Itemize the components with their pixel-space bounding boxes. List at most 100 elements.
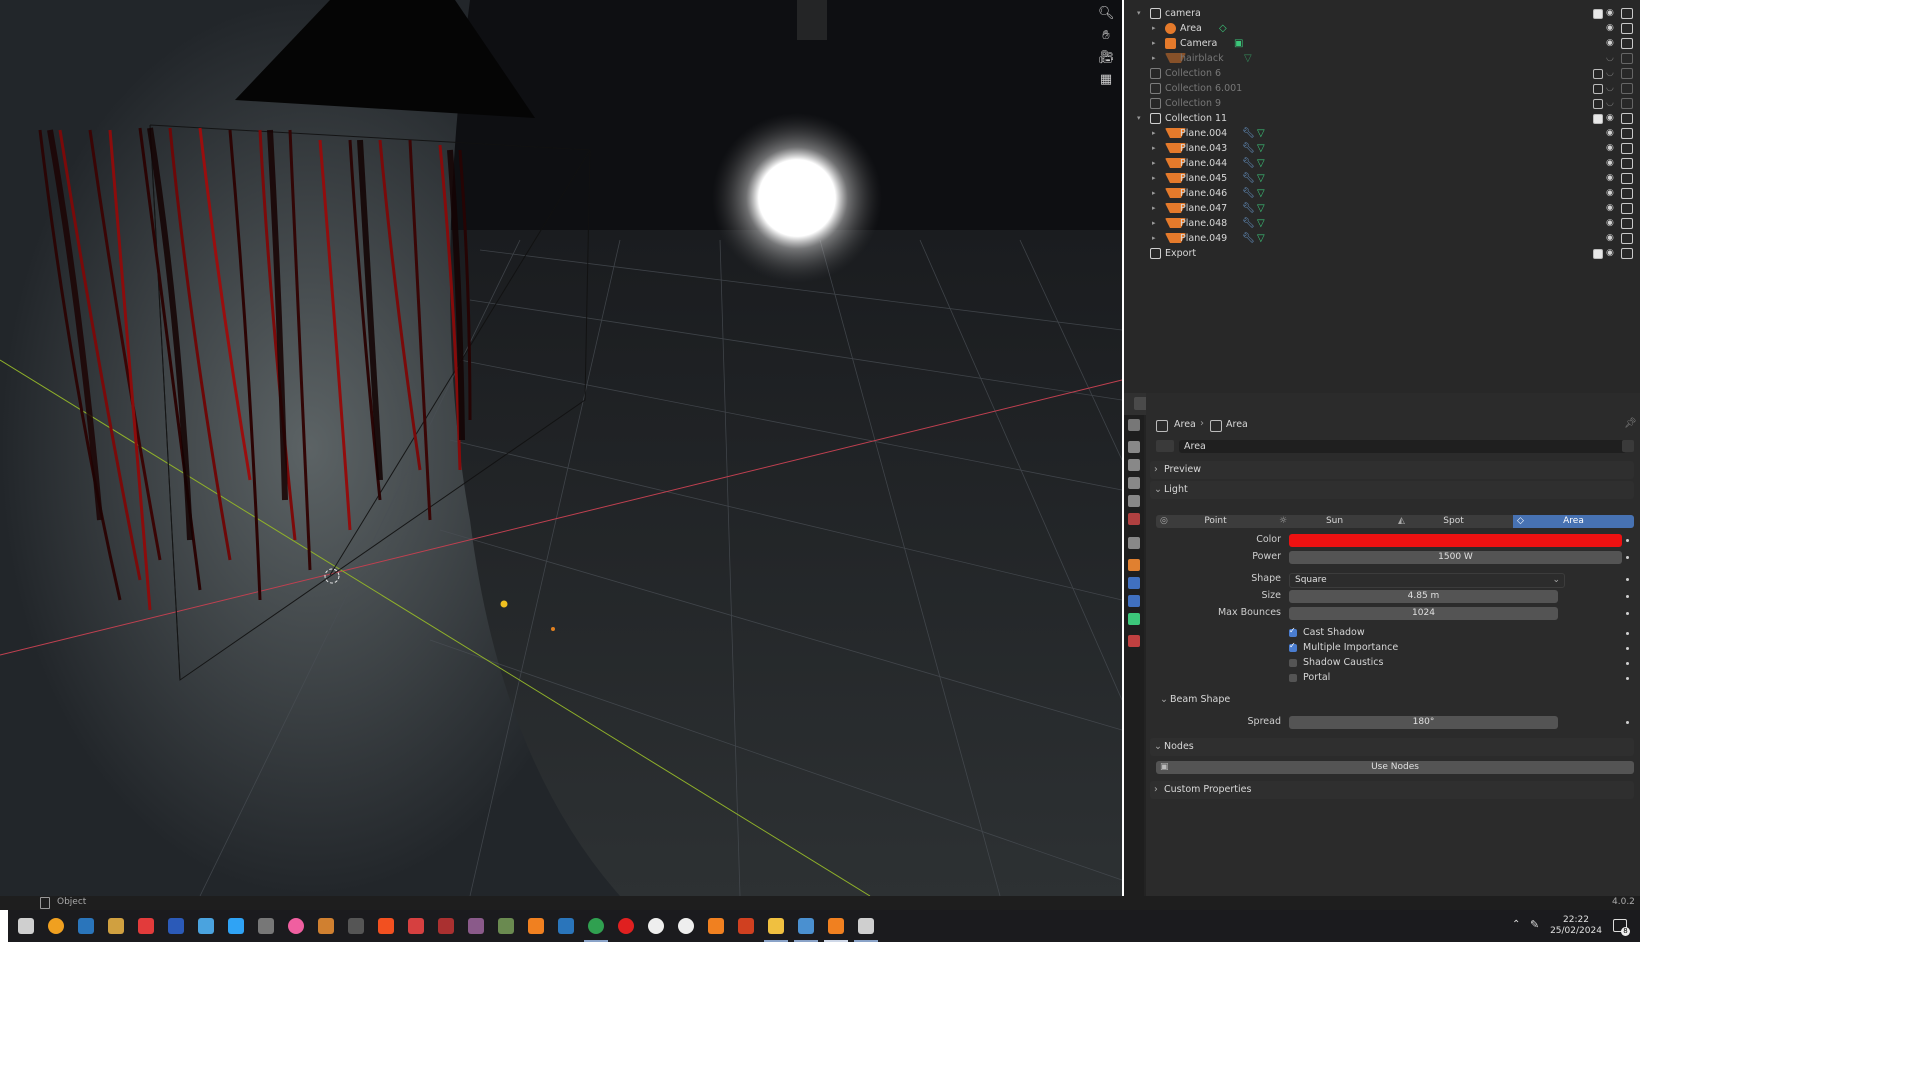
object-tab-icon[interactable] [1128, 559, 1140, 571]
visibility-eye-icon[interactable]: ◉ [1606, 186, 1618, 201]
properties-editor[interactable]: ⌕ ⌄ Area › Area 📌︎ Area › Preview [1124, 393, 1640, 896]
render-camera-icon[interactable] [1621, 233, 1633, 244]
checkbox[interactable] [1289, 674, 1297, 682]
visibility-eye-icon[interactable]: ◉ [1606, 126, 1618, 141]
exclude-checkbox[interactable] [1593, 69, 1603, 79]
blender-icon[interactable] [828, 918, 844, 934]
light-type-area[interactable]: ◇ Area [1513, 515, 1634, 528]
visibility-eye-icon[interactable]: ◉ [1606, 171, 1618, 186]
outliner-row[interactable]: ▸ Plane.004 🔧︎ ▽ ◉ [1124, 126, 1640, 141]
clock[interactable]: 22:22 25/02/2024 [1546, 915, 1606, 937]
unreal-engine-icon[interactable] [648, 918, 664, 934]
outliner-row[interactable]: Export ◉ [1124, 246, 1640, 261]
mesh-data-icon[interactable]: ▽ [1257, 156, 1265, 171]
preview-panel-header[interactable]: › Preview [1150, 461, 1634, 479]
blender-icon[interactable] [708, 918, 724, 934]
mesh-data-icon[interactable]: ▽ [1257, 231, 1265, 246]
camera-view-icon[interactable]: 🎥︎ [1098, 50, 1115, 66]
expand-toggle-icon[interactable]: ▸ [1152, 126, 1160, 141]
max-bounces-field[interactable]: 1024 [1289, 607, 1558, 620]
modifier-wrench-icon[interactable]: 🔧︎ [1242, 126, 1255, 141]
datablock-browse-icon[interactable] [1156, 440, 1174, 452]
render-camera-icon[interactable] [1621, 98, 1633, 109]
render-tab-icon[interactable] [1128, 441, 1140, 453]
visibility-eye-icon[interactable]: ◡ [1606, 96, 1618, 111]
checkbox[interactable] [1289, 659, 1297, 667]
exclude-checkbox[interactable] [1593, 114, 1603, 124]
pan-hand-icon[interactable]: ✋︎ [1098, 28, 1114, 44]
keyframe-dot[interactable] [1626, 578, 1629, 581]
use-nodes-button[interactable]: ▣ Use Nodes [1156, 761, 1634, 774]
outliner-row[interactable]: ▸ Plane.049 🔧︎ ▽ ◉ [1124, 231, 1640, 246]
brave-icon[interactable] [378, 918, 394, 934]
outliner-panel[interactable]: ▾ camera ◉ ▸ Area ◇ ◉ ▸ Camera ▣ ◉ ▸ hairblack ▽ ◡ Coll… [1124, 0, 1640, 393]
keyframe-dot[interactable] [1626, 647, 1629, 650]
light-data-icon[interactable]: ◇ [1219, 21, 1227, 36]
outliner-row[interactable]: ▾ camera ◉ [1124, 6, 1640, 21]
texture-tab-icon[interactable] [1128, 635, 1140, 647]
visibility-eye-icon[interactable]: ◡ [1606, 51, 1618, 66]
visibility-eye-icon[interactable]: ◉ [1606, 216, 1618, 231]
outliner-row[interactable]: ▸ Plane.048 🔧︎ ▽ ◉ [1124, 216, 1640, 231]
outliner-row[interactable]: ▸ Plane.046 🔧︎ ▽ ◉ [1124, 186, 1640, 201]
davinci-icon[interactable] [288, 918, 304, 934]
daz-studio-icon[interactable] [498, 918, 514, 934]
app-icon[interactable] [408, 918, 424, 934]
modifier-wrench-icon[interactable]: 🔧︎ [1242, 231, 1255, 246]
keyframe-dot[interactable] [1626, 677, 1629, 680]
app-icon[interactable] [858, 918, 874, 934]
mesh-data-icon[interactable]: ▽ [1257, 141, 1265, 156]
app-icon[interactable] [108, 918, 124, 934]
light-type-spot[interactable]: ◭ Spot [1394, 515, 1513, 528]
render-camera-icon[interactable] [1621, 248, 1633, 259]
render-camera-icon[interactable] [1621, 8, 1633, 19]
outliner-row[interactable]: ▸ Plane.044 🔧︎ ▽ ◉ [1124, 156, 1640, 171]
render-camera-icon[interactable] [1621, 38, 1633, 49]
app-icon[interactable] [318, 918, 334, 934]
fake-user-shield-icon[interactable] [1622, 440, 1634, 452]
word-icon[interactable] [168, 918, 184, 934]
render-camera-icon[interactable] [1621, 83, 1633, 94]
checkbox[interactable] [1289, 626, 1297, 637]
flipboard-icon[interactable] [138, 918, 154, 934]
checkbox[interactable] [1289, 641, 1297, 652]
mesh-data-icon[interactable]: ▽ [1244, 51, 1252, 66]
exclude-checkbox[interactable] [1593, 99, 1603, 109]
expand-toggle-icon[interactable]: ▸ [1152, 186, 1160, 201]
outliner-row[interactable]: ▸ Camera ▣ ◉ [1124, 36, 1640, 51]
constraints-tab-icon[interactable] [1128, 595, 1140, 607]
render-camera-icon[interactable] [1621, 68, 1633, 79]
expand-toggle-icon[interactable]: ▸ [1152, 36, 1160, 51]
spread-field[interactable]: 180° [1289, 716, 1558, 729]
outliner-row[interactable]: Collection 6.001 ◡ [1124, 81, 1640, 96]
render-camera-icon[interactable] [1621, 173, 1633, 184]
ortho-grid-icon[interactable]: ▦ [1098, 72, 1114, 88]
custom-properties-panel-header[interactable]: › Custom Properties [1150, 781, 1634, 799]
browser-icon[interactable] [48, 918, 64, 934]
modifier-wrench-icon[interactable]: 🔧︎ [1242, 186, 1255, 201]
view-layer-tab-icon[interactable] [1128, 477, 1140, 489]
render-camera-icon[interactable] [1621, 143, 1633, 154]
app-icon[interactable] [798, 918, 814, 934]
outliner-row[interactable]: Collection 6 ◡ [1124, 66, 1640, 81]
pen-icon[interactable]: ✎ [1530, 918, 1539, 931]
collection-tab-icon[interactable] [1128, 537, 1140, 549]
physics-tab-icon[interactable] [1128, 577, 1140, 589]
expand-toggle-icon[interactable]: ▾ [1137, 6, 1145, 21]
visibility-eye-icon[interactable]: ◉ [1606, 6, 1618, 21]
visibility-eye-icon[interactable]: ◡ [1606, 66, 1618, 81]
expand-toggle-icon[interactable]: ▸ [1152, 201, 1160, 216]
visibility-eye-icon[interactable]: ◉ [1606, 111, 1618, 126]
app-icon[interactable] [468, 918, 484, 934]
beam-shape-subpanel-header[interactable]: ⌄ Beam Shape [1160, 693, 1634, 707]
light-type-sun[interactable]: ☼ Sun [1275, 515, 1394, 528]
keyframe-dot[interactable] [1626, 721, 1629, 724]
mesh-data-icon[interactable]: ▽ [1257, 216, 1265, 231]
keyframe-dot[interactable] [1626, 662, 1629, 665]
visibility-eye-icon[interactable]: ◉ [1606, 21, 1618, 36]
tool-tab-icon[interactable] [1128, 419, 1140, 431]
outliner-row[interactable]: ▸ Plane.045 🔧︎ ▽ ◉ [1124, 171, 1640, 186]
expand-toggle-icon[interactable]: ▸ [1152, 216, 1160, 231]
app-icon[interactable] [258, 918, 274, 934]
modifier-wrench-icon[interactable]: 🔧︎ [1242, 201, 1255, 216]
